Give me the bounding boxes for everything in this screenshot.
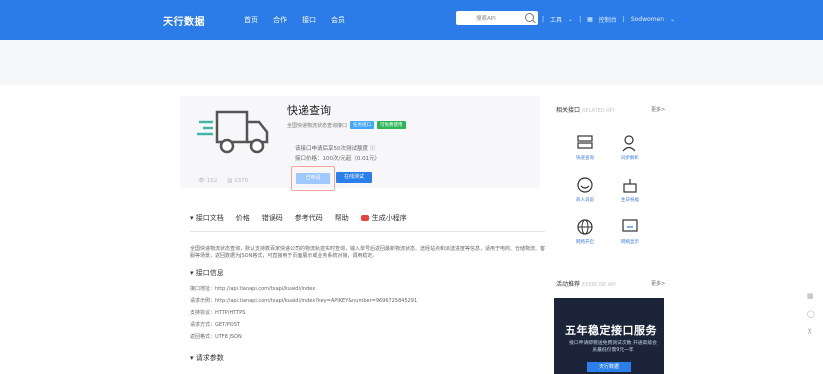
nav-links: 首页 合作 接口 会员 [244,15,345,25]
views-stat: 👁 152 [198,178,218,184]
user-menu[interactable]: Sodwomen [631,16,664,23]
search-icon[interactable] [525,13,534,22]
tab-miniapp[interactable]: 生成小程序 [360,213,407,223]
back-to-top-icon[interactable]: ⊼ [807,328,812,336]
related-item[interactable]: 生日祝福 [610,176,650,203]
tab-price[interactable]: 价格 [236,213,250,223]
console-link[interactable]: 控制台 [599,15,617,24]
count-stat: ▥ 1370 [227,178,249,184]
search-placeholder: 搜索API [476,16,496,22]
info-endpoint: 接口地址：http://api.tianapi.com/txapi/kuaidi… [190,286,316,292]
related-item[interactable]: 网络开启 [565,218,605,245]
promo-subtitle: 接口申请即赠送免费测试次数 开通高级会员最低仅需9元一年 [569,341,657,353]
monitor-icon [622,219,638,232]
tools-menu[interactable]: 工具 [550,15,562,24]
smile-icon [577,177,593,193]
related-more-link[interactable]: 更多> [651,106,665,113]
chevron-down-icon: ⌄ [670,16,676,23]
related-title: 相关接口 RELATED API [556,107,615,114]
header-band [0,40,823,85]
qrcode-icon[interactable]: ▦ [807,292,814,300]
chat-icon[interactable]: ◯ [807,310,815,318]
online-test-button[interactable]: 在线测试 [336,172,372,183]
nav-cooperate[interactable]: 合作 [273,15,287,25]
related-item[interactable]: 网络显示 [610,218,650,245]
activity-title: 活动推荐 EXERCISE API [556,281,616,288]
activity-more-link[interactable]: 更多> [651,280,665,287]
card-stats: 👁 152 ▥ 1370 [198,178,248,184]
search-input[interactable]: 搜索API [456,11,538,25]
promo-title: 五年稳定接口服务 [565,324,657,337]
api-description: 全国快递物流状态查询，默认支持数百家快递公司的物流轨迹实时查询，输入单号后返回最… [190,246,546,259]
grid-icon: ▦ [587,16,593,23]
api-subtitle: 全国快递物流状态查询接口 任务接口 可免费使用 [287,121,406,129]
tab-code[interactable]: 参考代码 [295,213,323,223]
tag-free: 可免费使用 [377,121,406,129]
tab-help[interactable]: 帮助 [335,213,349,223]
server-icon [577,135,593,149]
related-item[interactable]: 商人说说 [565,176,605,203]
info-example: 请求示例：http://api.tianapi.com/txapi/kuaidi… [190,298,418,304]
chevron-down-icon: ⌄ [568,16,574,23]
doc-tabs: ▾ 接口文档 价格 错误码 参考代码 帮助 生成小程序 [190,213,407,223]
tab-divider [190,231,545,232]
info-format: 返回格式：UTF8 JSON [190,334,242,340]
related-item[interactable]: 快递查询 [565,134,605,161]
related-item[interactable]: 同步解析 [610,134,650,161]
apply-button[interactable]: 已申请 [291,166,335,191]
info-method: 请求方式：GET/POST [190,322,240,328]
promo-button[interactable]: 天行数据 [587,362,631,372]
nav-member[interactable]: 会员 [331,15,345,25]
right-nav: | 工具 ⌄ | ▦ 控制台 | Sodwomen ⌄ [542,15,676,24]
miniapp-icon [360,215,369,221]
section-basic: ▾ 接口信息 [190,269,224,277]
info-protocol: 支持协议：HTTP/HTTPS [190,310,246,316]
nav-api[interactable]: 接口 [302,15,316,25]
tab-errors[interactable]: 错误码 [262,213,283,223]
search-person-icon [622,135,636,152]
cake-icon [623,179,637,193]
section-params: ▾ 请求参数 [190,354,224,362]
globe-icon [577,219,593,235]
tag-task: 任务接口 [350,121,375,129]
tab-doc[interactable]: ▾ 接口文档 [190,213,224,223]
quota-info: 该接口申请后享50次测试额度 ⓘ 接口价格：100次/元起（0.01元） [295,146,381,162]
truck-icon [197,110,269,154]
brand-logo[interactable]: 天行数据 [163,13,205,28]
help-icon[interactable]: ⓘ [370,146,376,152]
api-title: 快递查询 [287,104,331,117]
top-nav: 天行数据 首页 合作 接口 会员 搜索API | 工具 ⌄ | ▦ 控制台 | … [0,0,823,40]
nav-home[interactable]: 首页 [244,15,258,25]
